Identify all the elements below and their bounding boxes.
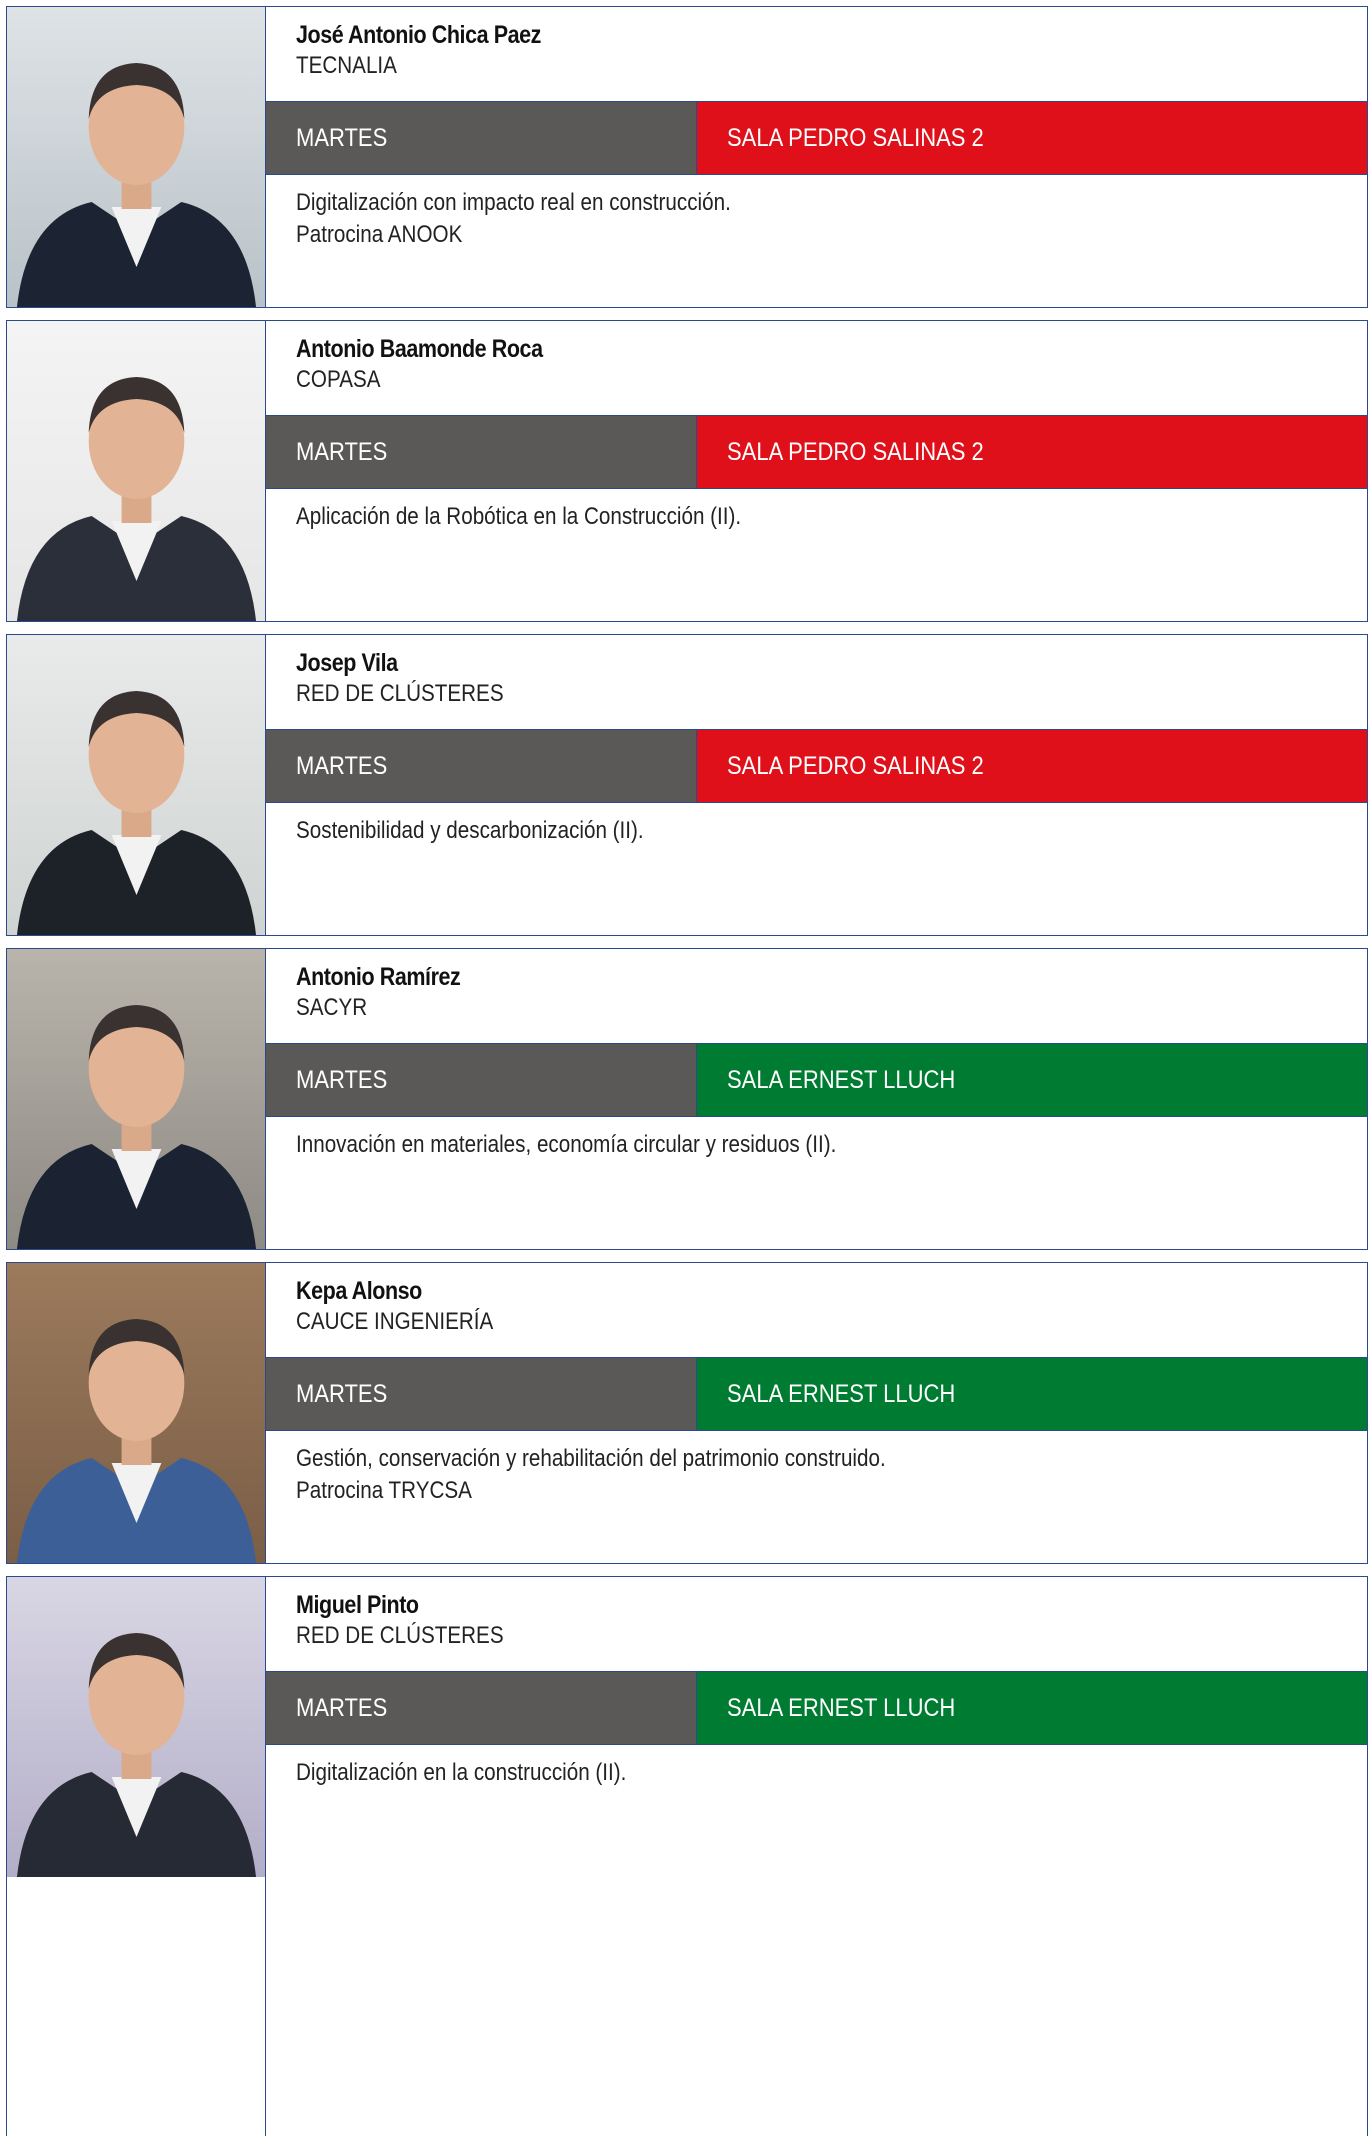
speaker-name: Antonio Ramírez bbox=[296, 963, 461, 991]
session-room: SALA ERNEST LLUCH bbox=[697, 1672, 1367, 1744]
session-topic: Aplicación de la Robótica en la Construc… bbox=[296, 503, 742, 530]
session-bar: MARTES SALA ERNEST LLUCH bbox=[266, 1043, 1367, 1117]
speaker-name: Miguel Pinto bbox=[296, 1591, 419, 1619]
session-room-label: SALA ERNEST LLUCH bbox=[727, 1693, 956, 1722]
speaker-info: Antonio Baamonde Roca COPASA MARTES SALA… bbox=[266, 321, 1367, 621]
speaker-company: TECNALIA bbox=[296, 52, 397, 79]
session-bar: MARTES SALA PEDRO SALINAS 2 bbox=[266, 729, 1367, 803]
portrait-image bbox=[7, 949, 265, 1249]
session-room-label: SALA ERNEST LLUCH bbox=[727, 1379, 956, 1408]
speaker-photo bbox=[7, 635, 266, 935]
speaker-card: José Antonio Chica Paez TECNALIA MARTES … bbox=[6, 6, 1368, 308]
session-room-label: SALA PEDRO SALINAS 2 bbox=[727, 751, 984, 780]
session-day-label: MARTES bbox=[296, 123, 388, 152]
speaker-company: RED DE CLÚSTERES bbox=[296, 680, 504, 707]
portrait-image bbox=[7, 635, 265, 935]
portrait-image bbox=[7, 1263, 265, 1563]
session-description: Gestión, conservación y rehabilitación d… bbox=[296, 1443, 886, 1507]
session-day: MARTES bbox=[266, 1044, 697, 1116]
speaker-company: COPASA bbox=[296, 366, 381, 393]
speaker-info: José Antonio Chica Paez TECNALIA MARTES … bbox=[266, 7, 1367, 307]
session-topic: Innovación en materiales, economía circu… bbox=[296, 1131, 837, 1158]
speaker-info: Miguel Pinto RED DE CLÚSTERES MARTES SAL… bbox=[266, 1577, 1367, 2136]
session-room: SALA ERNEST LLUCH bbox=[697, 1358, 1367, 1430]
session-day: MARTES bbox=[266, 1672, 697, 1744]
speaker-card: Kepa Alonso CAUCE INGENIERÍA MARTES SALA… bbox=[6, 1262, 1368, 1564]
session-description: Aplicación de la Robótica en la Construc… bbox=[296, 501, 741, 533]
speaker-company: RED DE CLÚSTERES bbox=[296, 1622, 504, 1649]
speaker-info: Josep Vila RED DE CLÚSTERES MARTES SALA … bbox=[266, 635, 1367, 935]
speaker-company: SACYR bbox=[296, 994, 368, 1021]
speaker-info: Kepa Alonso CAUCE INGENIERÍA MARTES SALA… bbox=[266, 1263, 1367, 1563]
session-room: SALA PEDRO SALINAS 2 bbox=[697, 416, 1367, 488]
speaker-name: Kepa Alonso bbox=[296, 1277, 422, 1305]
session-day-label: MARTES bbox=[296, 1379, 388, 1408]
session-day: MARTES bbox=[266, 1358, 697, 1430]
session-bar: MARTES SALA ERNEST LLUCH bbox=[266, 1671, 1367, 1745]
portrait-image bbox=[7, 1577, 265, 1877]
session-bar: MARTES SALA PEDRO SALINAS 2 bbox=[266, 415, 1367, 489]
portrait-image bbox=[7, 321, 265, 621]
session-description: Sostenibilidad y descarbonización (II). bbox=[296, 815, 644, 847]
session-day-label: MARTES bbox=[296, 1693, 388, 1722]
session-day: MARTES bbox=[266, 416, 697, 488]
session-room-label: SALA PEDRO SALINAS 2 bbox=[727, 123, 984, 152]
session-day-label: MARTES bbox=[296, 1065, 388, 1094]
speaker-photo bbox=[7, 7, 266, 307]
session-topic: Sostenibilidad y descarbonización (II). bbox=[296, 817, 644, 844]
session-topic: Gestión, conservación y rehabilitación d… bbox=[296, 1445, 886, 1472]
session-day: MARTES bbox=[266, 730, 697, 802]
speaker-card: Josep Vila RED DE CLÚSTERES MARTES SALA … bbox=[6, 634, 1368, 936]
session-room-label: SALA ERNEST LLUCH bbox=[727, 1065, 956, 1094]
session-room: SALA ERNEST LLUCH bbox=[697, 1044, 1367, 1116]
speaker-name: Josep Vila bbox=[296, 649, 398, 677]
session-sponsor: Patrocina ANOOK bbox=[296, 221, 463, 248]
speaker-card: Miguel Pinto RED DE CLÚSTERES MARTES SAL… bbox=[6, 1576, 1368, 2136]
speaker-photo bbox=[7, 1263, 266, 1563]
speaker-list: José Antonio Chica Paez TECNALIA MARTES … bbox=[6, 6, 1368, 2148]
portrait-image bbox=[7, 7, 265, 307]
session-room: SALA PEDRO SALINAS 2 bbox=[697, 730, 1367, 802]
session-sponsor: Patrocina TRYCSA bbox=[296, 1477, 472, 1504]
speaker-card: Antonio Ramírez SACYR MARTES SALA ERNEST… bbox=[6, 948, 1368, 1250]
speaker-name: José Antonio Chica Paez bbox=[296, 21, 541, 49]
speaker-info: Antonio Ramírez SACYR MARTES SALA ERNEST… bbox=[266, 949, 1367, 1249]
session-bar: MARTES SALA ERNEST LLUCH bbox=[266, 1357, 1367, 1431]
session-day: MARTES bbox=[266, 102, 697, 174]
speaker-card: Antonio Baamonde Roca COPASA MARTES SALA… bbox=[6, 320, 1368, 622]
session-topic: Digitalización en la construcción (II). bbox=[296, 1759, 627, 1786]
session-bar: MARTES SALA PEDRO SALINAS 2 bbox=[266, 101, 1367, 175]
session-description: Digitalización en la construcción (II). bbox=[296, 1757, 626, 1789]
session-day-label: MARTES bbox=[296, 437, 388, 466]
session-room: SALA PEDRO SALINAS 2 bbox=[697, 102, 1367, 174]
session-day-label: MARTES bbox=[296, 751, 388, 780]
session-description: Digitalización con impacto real en const… bbox=[296, 187, 731, 251]
session-topic: Digitalización con impacto real en const… bbox=[296, 189, 731, 216]
speaker-company: CAUCE INGENIERÍA bbox=[296, 1308, 494, 1335]
speaker-photo bbox=[7, 949, 266, 1249]
speaker-photo bbox=[7, 1577, 266, 2136]
speaker-name: Antonio Baamonde Roca bbox=[296, 335, 543, 363]
speaker-photo bbox=[7, 321, 266, 621]
session-description: Innovación en materiales, economía circu… bbox=[296, 1129, 836, 1161]
session-room-label: SALA PEDRO SALINAS 2 bbox=[727, 437, 984, 466]
